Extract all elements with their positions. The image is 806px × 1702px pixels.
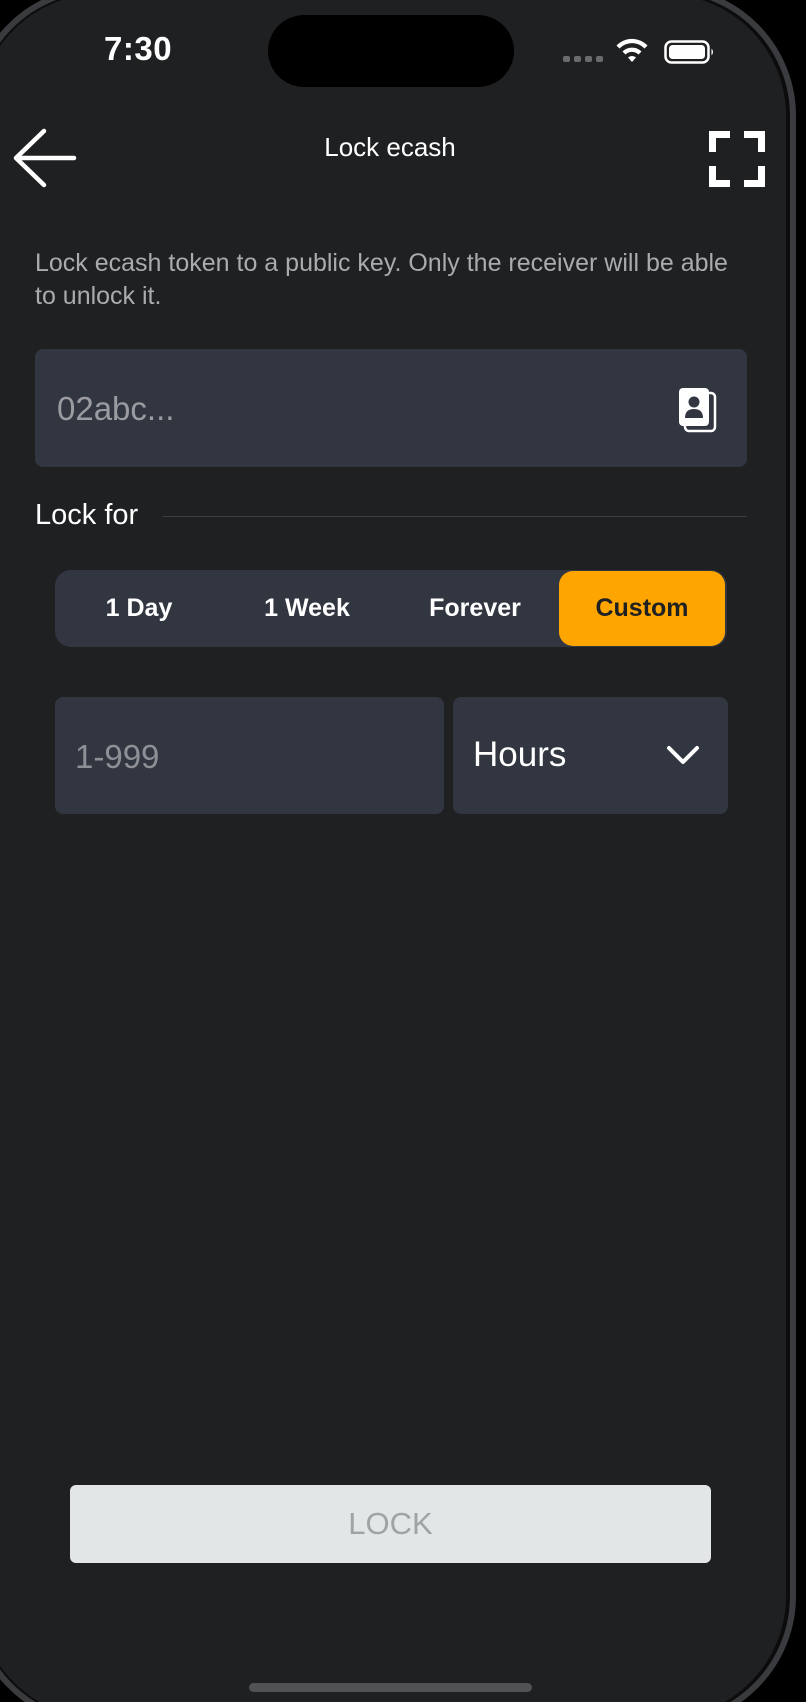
segment-forever[interactable]: Forever <box>391 570 559 647</box>
arrow-left-icon <box>13 128 77 188</box>
duration-field <box>55 697 444 816</box>
description-text: Lock ecash token to a public key. Only t… <box>35 249 728 310</box>
time-unit-value: Hours <box>473 735 567 774</box>
duration-input[interactable] <box>73 697 437 816</box>
wifi-icon <box>616 38 648 62</box>
pubkey-input[interactable] <box>55 349 669 469</box>
segment-custom[interactable]: Custom <box>559 571 725 646</box>
phone-device: 7:30 Lock ecash Lock ecash token to a pu… <box>0 0 806 1702</box>
dynamic-island <box>268 15 514 87</box>
lock-for-label: Lock for <box>35 499 139 531</box>
cellular-signal-icon <box>563 56 603 62</box>
segment-1-day[interactable]: 1 Day <box>55 570 223 647</box>
screen: 7:30 Lock ecash Lock ecash token to a pu… <box>0 0 786 1702</box>
scan-frame-icon <box>709 131 765 187</box>
contacts-icon[interactable] <box>677 387 717 433</box>
segment-1-week[interactable]: 1 Week <box>223 570 391 647</box>
page-title: Lock ecash <box>324 132 456 162</box>
chevron-down-icon <box>667 746 699 764</box>
lock-button[interactable]: LOCK <box>70 1485 711 1563</box>
back-button[interactable] <box>12 126 78 192</box>
time-unit-select[interactable]: Hours <box>453 697 728 814</box>
divider <box>162 516 747 517</box>
status-time: 7:30 <box>104 30 173 67</box>
screen-content: 7:30 Lock ecash Lock ecash token to a pu… <box>0 0 786 1702</box>
lock-duration-segmented-control: 1 Day 1 Week Forever Custom <box>55 570 727 647</box>
scan-button[interactable] <box>706 128 768 190</box>
battery-icon <box>664 40 713 64</box>
pubkey-field <box>35 349 747 469</box>
home-indicator <box>249 1683 532 1692</box>
